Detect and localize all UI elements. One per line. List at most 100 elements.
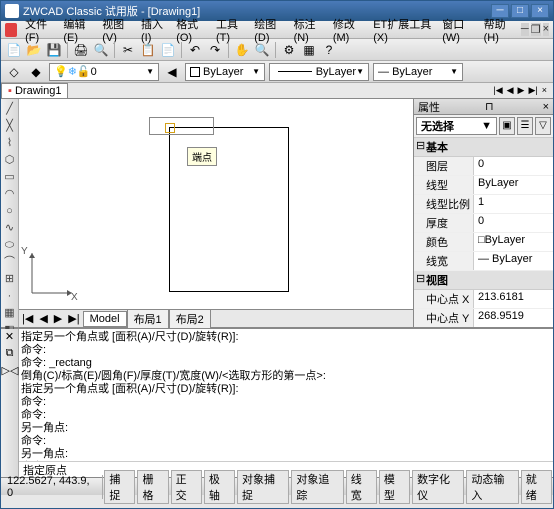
menu-item[interactable]: 帮助(H): [480, 15, 519, 45]
status-bar: 122.5627, 443.9, 0 捕捉栅格正交极轴对象捕捉对象追踪线宽模型数…: [1, 477, 553, 495]
layout-prev-icon[interactable]: ◀: [36, 312, 50, 325]
tool-icon[interactable]: ⚙: [280, 41, 298, 59]
layout-last-icon[interactable]: ▶|: [65, 312, 82, 325]
redo-icon[interactable]: ↷: [206, 41, 224, 59]
draw-toolbar: ╱ ╳ ⌇ ⬡ ▭ ◠ ○ ∿ ⬭ ⌒ ⊞ · ▦ ◧ A: [1, 99, 19, 327]
layer-icon[interactable]: ◇: [5, 63, 23, 81]
command-history[interactable]: 指定另一个角点或 [面积(A)/尺寸(D)/旋转(R)]:命令:命令: _rec…: [19, 329, 553, 461]
layer-prev-icon[interactable]: ◀: [163, 63, 181, 81]
panel-close-icon[interactable]: ×: [543, 101, 549, 113]
app-icon: [5, 4, 19, 18]
polygon-icon[interactable]: ⬡: [2, 152, 18, 168]
layer-combo[interactable]: 💡❄🔓 0 ▼: [49, 63, 159, 81]
ellipse-arc-icon[interactable]: ⌒: [2, 254, 18, 270]
zoom-icon[interactable]: 🔍: [253, 41, 271, 59]
spline-icon[interactable]: ∿: [2, 220, 18, 236]
mirror-icon[interactable]: ▷◁: [2, 364, 18, 380]
help-icon[interactable]: ?: [320, 41, 338, 59]
status-toggle[interactable]: 就绪: [521, 470, 552, 504]
command-line: 命令:: [21, 344, 551, 357]
hatch-icon[interactable]: ▦: [2, 305, 18, 321]
system-icon[interactable]: [5, 23, 17, 37]
quickselect-icon[interactable]: ▣: [499, 117, 515, 135]
status-toggle[interactable]: 对象捕捉: [237, 470, 289, 504]
command-area: ✕ ⧉ ▷◁ 指定另一个角点或 [面积(A)/尺寸(D)/旋转(R)]:命令:命…: [1, 327, 553, 477]
point-icon[interactable]: ·: [2, 288, 18, 304]
new-icon[interactable]: 📄: [5, 41, 23, 59]
tab-layout1[interactable]: 布局1: [127, 309, 169, 329]
pickobj-icon[interactable]: ☰: [517, 117, 533, 135]
prop-row: 中心点 Y268.9519: [414, 309, 553, 327]
status-toggle[interactable]: 数字化仪: [412, 470, 464, 504]
status-toggle[interactable]: 极轴: [204, 470, 235, 504]
erase-icon[interactable]: ✕: [2, 330, 18, 346]
print-icon[interactable]: 🖨: [72, 41, 90, 59]
block-icon[interactable]: ⊞: [2, 271, 18, 287]
status-toggle[interactable]: 捕捉: [104, 470, 135, 504]
command-line: 命令: _rectang: [21, 357, 551, 370]
selection-combo[interactable]: 无选择▼: [416, 117, 497, 135]
tab-drawing1[interactable]: ▪ Drawing1: [1, 83, 68, 98]
copy-icon[interactable]: 📋: [139, 41, 157, 59]
linetype-combo[interactable]: ByLayer▼: [269, 63, 369, 81]
arc-icon[interactable]: ◠: [2, 186, 18, 202]
command-line: 倒角(C)/标高(E)/圆角(F)/厚度(T)/宽度(W)/<选取方形的第一点>…: [21, 370, 551, 383]
menu-bar: 文件(F)编辑(E)视图(V)插入(I)格式(O)工具(T)绘图(D)标注(N)…: [1, 21, 553, 39]
tab-layout2[interactable]: 布局2: [169, 309, 211, 329]
close-button[interactable]: ×: [531, 4, 549, 18]
canvas[interactable]: 端点 X Y: [19, 99, 413, 309]
layout-first-icon[interactable]: |◀: [19, 312, 36, 325]
tool2-icon[interactable]: ▦: [300, 41, 318, 59]
tab-nav-prev-icon[interactable]: ◀: [505, 85, 516, 96]
copy-obj-icon[interactable]: ⧉: [2, 347, 18, 363]
panel-pin-icon[interactable]: ⊓: [485, 100, 494, 113]
layout-next-icon[interactable]: ▶: [51, 312, 65, 325]
status-toggle[interactable]: 动态输入: [466, 470, 518, 504]
paste-icon[interactable]: 📄: [159, 41, 177, 59]
document-tabs: ▪ Drawing1 |◀ ◀ ▶ ▶| ×: [1, 83, 553, 99]
command-line: 命令:: [21, 435, 551, 448]
layout-tabs: |◀ ◀ ▶ ▶| Model 布局1 布局2: [19, 309, 413, 327]
tab-nav-next-icon[interactable]: ▶: [516, 85, 527, 96]
line-icon[interactable]: ╱: [2, 101, 18, 117]
preview-icon[interactable]: 🔍: [92, 41, 110, 59]
expand-icon[interactable]: ⊟: [416, 139, 426, 155]
lineweight-combo[interactable]: — ByLayer▼: [373, 63, 463, 81]
status-toggle[interactable]: 栅格: [137, 470, 168, 504]
command-line: 命令:: [21, 409, 551, 422]
undo-icon[interactable]: ↶: [186, 41, 204, 59]
doc-close-button[interactable]: ×: [543, 23, 549, 36]
save-icon[interactable]: 💾: [45, 41, 63, 59]
xline-icon[interactable]: ╳: [2, 118, 18, 134]
status-toggle[interactable]: 正交: [171, 470, 202, 504]
status-toggle[interactable]: 线宽: [346, 470, 377, 504]
tab-close-icon[interactable]: ×: [540, 85, 549, 96]
circle-icon[interactable]: ○: [2, 203, 18, 219]
open-icon[interactable]: 📂: [25, 41, 43, 59]
cut-icon[interactable]: ✂: [119, 41, 137, 59]
snap-marker-icon: [165, 123, 175, 133]
status-toggle[interactable]: 对象追踪: [291, 470, 343, 504]
prop-row: 线型比例1: [414, 195, 553, 214]
coordinates[interactable]: 122.5627, 443.9, 0: [1, 475, 103, 499]
layer-state-icon[interactable]: ◆: [27, 63, 45, 81]
doc-minimize-button[interactable]: ─: [521, 23, 529, 36]
expand-icon[interactable]: ⊟: [416, 272, 426, 288]
small-rectangle-object[interactable]: [149, 117, 214, 135]
ellipse-icon[interactable]: ⬭: [2, 237, 18, 253]
tab-nav-last-icon[interactable]: ▶|: [526, 85, 539, 96]
status-toggle[interactable]: 模型: [379, 470, 410, 504]
color-combo[interactable]: ByLayer▼: [185, 63, 265, 81]
axis-y-label: Y: [21, 246, 28, 257]
filter-icon[interactable]: ▽: [535, 117, 551, 135]
tab-model[interactable]: Model: [83, 311, 127, 327]
pan-icon[interactable]: ✋: [233, 41, 251, 59]
doc-restore-button[interactable]: ❐: [531, 23, 541, 36]
properties-panel: 属性 ⊓ × 无选择▼ ▣ ☰ ▽ ⊟基本 图层0 线型ByLayer 线型比例…: [413, 99, 553, 327]
pline-icon[interactable]: ⌇: [2, 135, 18, 151]
rectangle-icon[interactable]: ▭: [2, 169, 18, 185]
menu-item[interactable]: 窗口(W): [438, 15, 479, 45]
tab-nav-first-icon[interactable]: |◀: [491, 85, 504, 96]
snap-tooltip: 端点: [187, 147, 217, 166]
menu-item[interactable]: ET扩展工具(X): [369, 15, 438, 45]
